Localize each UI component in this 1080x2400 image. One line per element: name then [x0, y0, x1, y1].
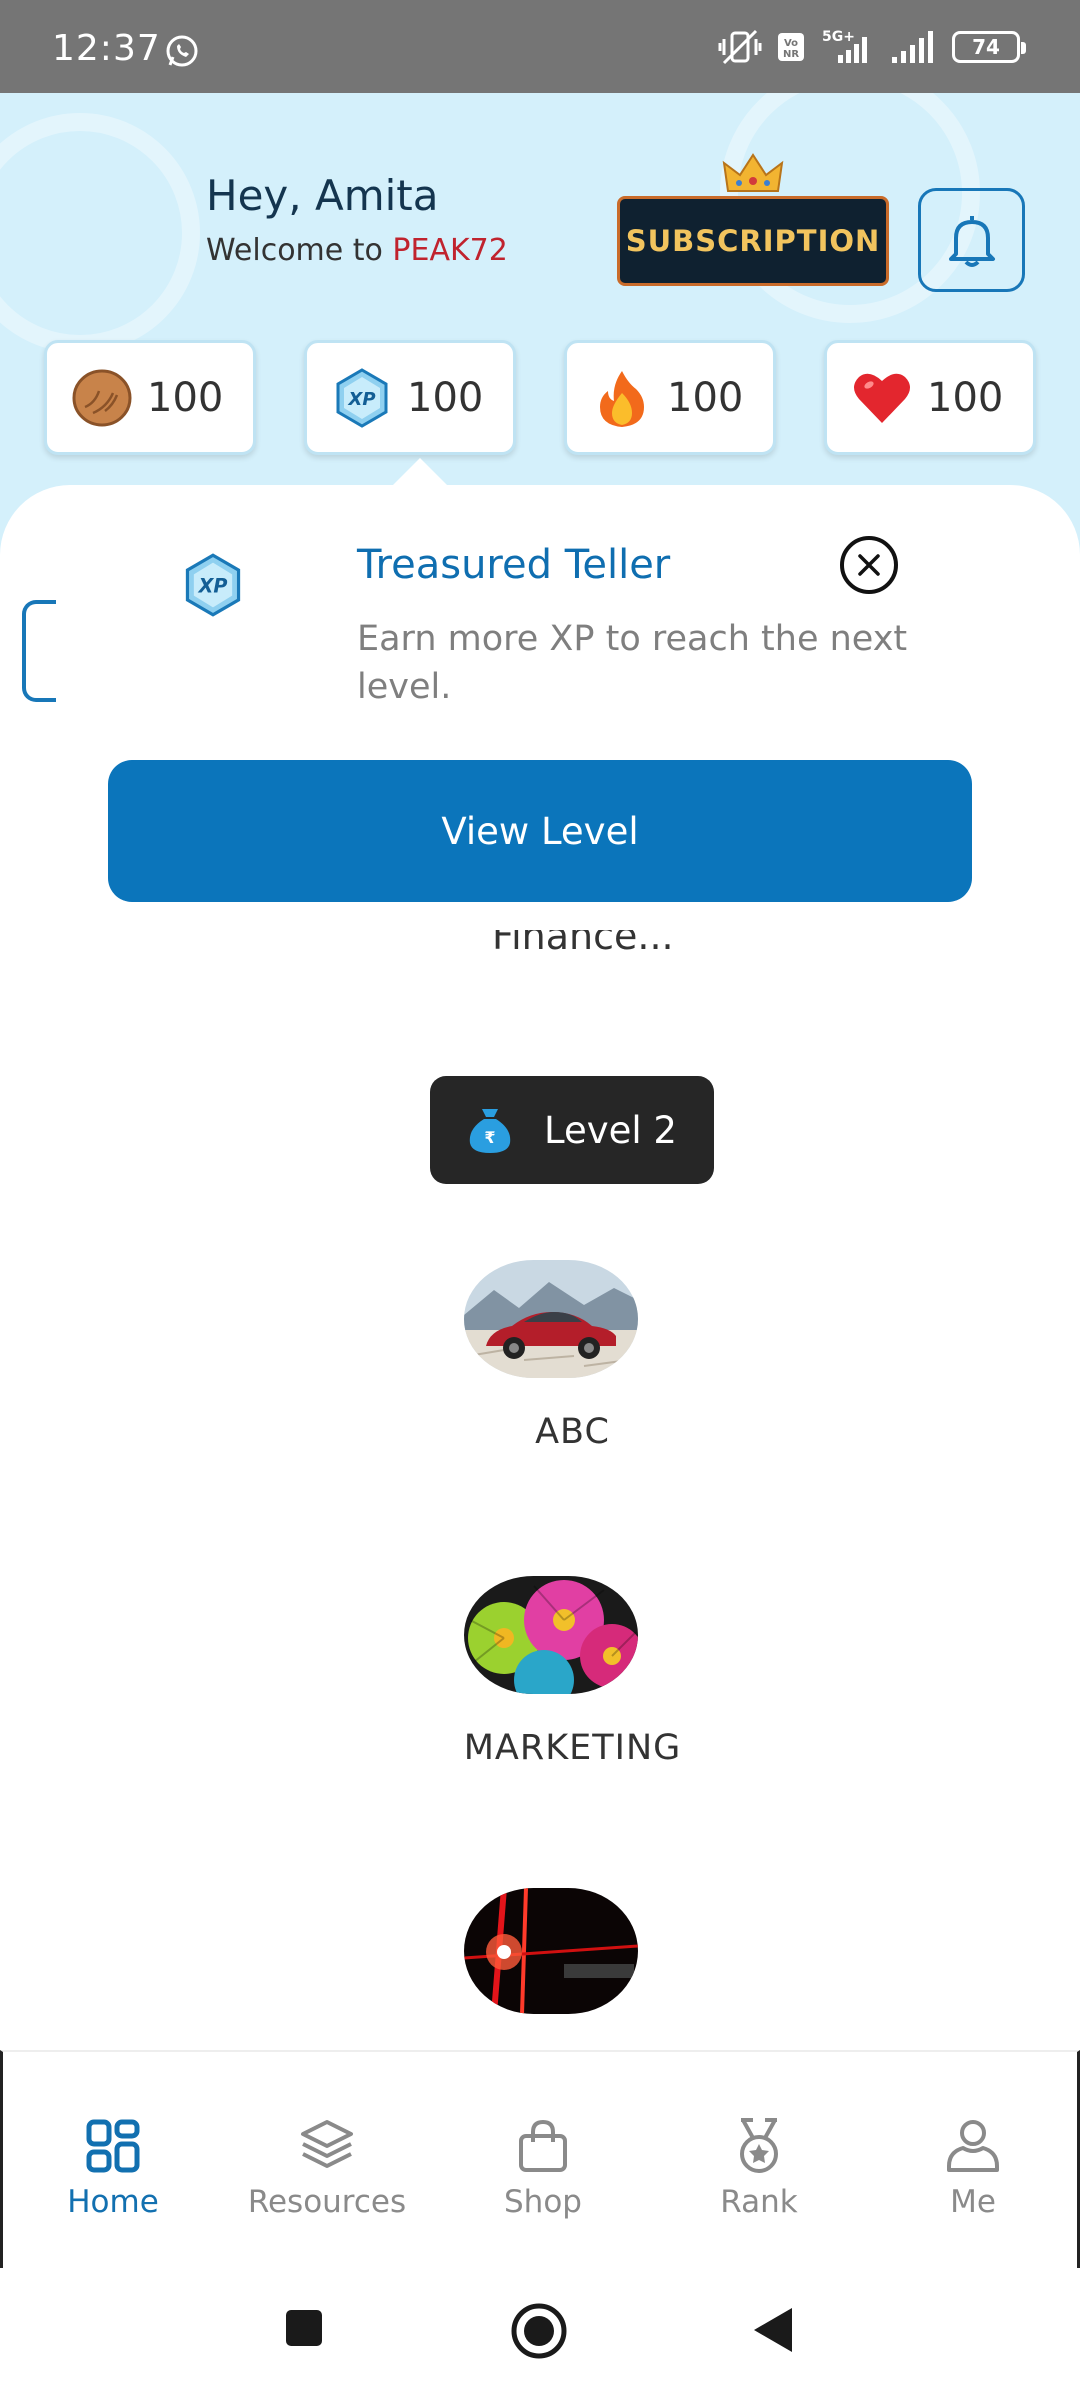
xp-icon: XP	[336, 367, 388, 428]
shopping-bag-icon	[519, 2119, 567, 2172]
red-light-streaks-image	[464, 1888, 638, 2014]
5g-signal-icon: 5G+	[822, 29, 867, 63]
greeting: Hey, Amita	[206, 171, 439, 220]
level-label: Level 2	[544, 1108, 677, 1152]
svg-text:₹: ₹	[484, 1128, 495, 1147]
notifications-button[interactable]	[918, 188, 1025, 292]
fire-icon	[600, 370, 644, 427]
status-icons: Vo NR 5G+ 74	[718, 26, 1026, 68]
red-sports-car-image	[464, 1260, 638, 1378]
nav-resources-label: Resources	[247, 2184, 407, 2220]
decorative-bubble	[0, 113, 200, 353]
walnut-count: 100	[147, 374, 224, 421]
partial-course-text: Finance...	[492, 930, 674, 958]
crown-icon	[722, 153, 784, 192]
stat-xp[interactable]: XP 100	[304, 340, 516, 455]
svg-text:XP: XP	[347, 389, 375, 410]
volte-icon: Vo NR	[778, 33, 804, 61]
status-time: 12:37	[52, 28, 161, 69]
tooltip-description: Earn more XP to reach the next level.	[357, 619, 908, 707]
nav-me[interactable]: Me	[883, 2116, 1063, 2220]
nav-shop-label: Shop	[504, 2184, 582, 2220]
back-button[interactable]	[752, 2306, 794, 2354]
svg-text:Vo: Vo	[784, 38, 798, 49]
course-title: ABC	[0, 1412, 1080, 1452]
stat-lives[interactable]: 100	[824, 340, 1036, 455]
subscription-button[interactable]: SUBSCRIPTION	[617, 196, 889, 286]
grid-icon	[86, 2119, 140, 2173]
system-navigation-bar	[0, 2268, 1080, 2400]
close-button[interactable]	[840, 536, 898, 594]
medal-icon	[740, 2118, 778, 2173]
nav-shop[interactable]: Shop	[453, 2116, 633, 2220]
stat-walnuts[interactable]: 100	[44, 340, 256, 455]
welcome-prefix: Welcome to	[206, 233, 393, 268]
xp-count: 100	[407, 374, 484, 421]
course-thumbnail-abc[interactable]	[464, 1260, 638, 1378]
person-icon	[947, 2120, 999, 2172]
close-icon	[858, 554, 880, 576]
nav-resources[interactable]: Resources	[237, 2116, 417, 2220]
battery-level: 74	[972, 35, 1000, 59]
course-thumbnail-marketing[interactable]	[464, 1576, 638, 1694]
bell-icon	[948, 216, 995, 267]
course-title-marketing: MARKETING	[463, 1728, 682, 1768]
nav-rank[interactable]: Rank	[669, 2116, 849, 2220]
partial-course-label: Finance...	[492, 930, 674, 964]
bottom-navigation: Home Resources Shop Rank Me	[0, 2050, 1080, 2268]
nav-home-label: Home	[67, 2184, 159, 2220]
lives-count: 100	[927, 374, 1004, 421]
vibrate-icon	[718, 29, 762, 65]
course-title: MARKETING	[0, 1728, 1080, 1768]
battery-icon: 74	[952, 31, 1026, 63]
nav-me-label: Me	[950, 2184, 996, 2220]
home-button[interactable]	[510, 2302, 568, 2360]
nav-rank-label: Rank	[720, 2184, 798, 2220]
heart-icon	[854, 373, 910, 423]
status-bar: 12:37 Vo NR 5G+ 74	[0, 0, 1080, 93]
welcome-text: Welcome to PEAK72	[206, 233, 508, 268]
layers-icon	[301, 2120, 353, 2168]
walnut-icon	[72, 369, 132, 426]
signal-icon	[892, 31, 933, 63]
course-thumbnail-3[interactable]	[464, 1888, 638, 2014]
nav-home[interactable]: Home	[23, 2116, 203, 2220]
recents-button[interactable]	[284, 2308, 324, 2348]
level-badge: ₹ Level 2	[430, 1076, 714, 1184]
course-title-abc: ABC	[535, 1412, 610, 1452]
tooltip-arrow	[390, 458, 450, 488]
xp-icon: XP	[185, 553, 241, 617]
svg-text:NR: NR	[783, 49, 799, 60]
brand-name: PEAK72	[392, 233, 508, 268]
streak-count: 100	[667, 374, 744, 421]
svg-text:5G+: 5G+	[822, 29, 855, 45]
stat-streak[interactable]: 100	[564, 340, 776, 455]
view-level-button[interactable]: View Level	[108, 760, 972, 902]
panel-mask	[56, 590, 70, 710]
whatsapp-icon	[166, 35, 198, 67]
tooltip-title: Treasured Teller	[357, 542, 671, 588]
money-bag-icon: ₹	[469, 1109, 511, 1153]
svg-text:XP: XP	[198, 574, 228, 597]
colorful-daisies-image	[464, 1576, 638, 1694]
